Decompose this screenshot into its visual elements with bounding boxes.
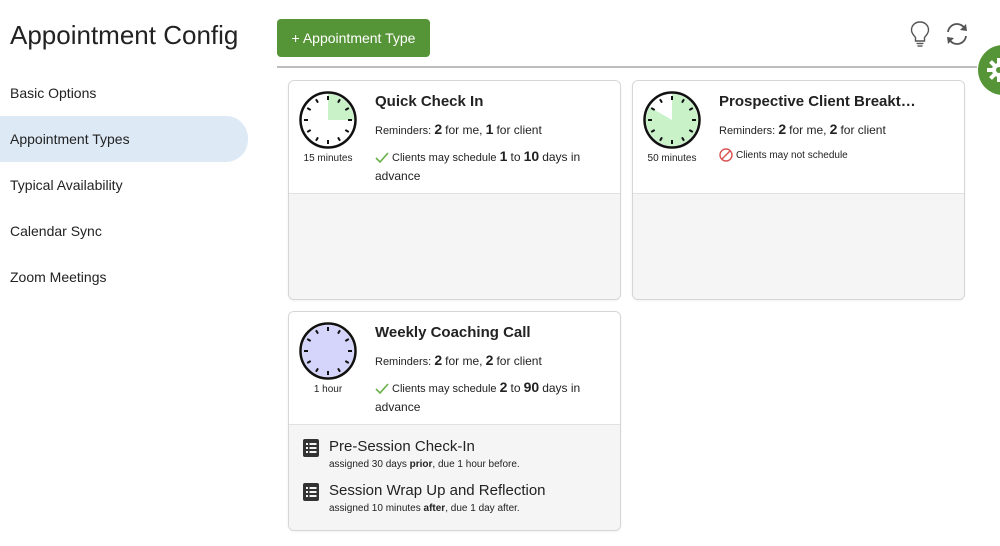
clock-tick	[315, 98, 319, 104]
clock-tick	[306, 129, 312, 133]
form-document-icon	[303, 483, 319, 501]
clock-duration-fill	[302, 325, 354, 377]
clock-tick	[315, 136, 319, 142]
form-description: assigned 10 minutes after, due 1 day aft…	[329, 503, 520, 514]
gear-icon	[987, 58, 1000, 82]
clock-tick	[306, 107, 312, 111]
card-forms-area	[289, 194, 620, 299]
duration-label: 15 minutes	[303, 153, 353, 164]
card-forms-area	[633, 194, 964, 299]
schedule-text: Clients may schedule 1 to 10 days in adv…	[375, 148, 581, 183]
reminders-text: Reminders: 2 for me, 2 for client	[719, 121, 886, 137]
sidebar-item-calendar-sync[interactable]: Calendar Sync	[0, 208, 250, 254]
clock-tick	[344, 129, 350, 133]
clock-icon	[299, 91, 357, 149]
appointment-type-card[interactable]: 1 hour Weekly Coaching Call Reminders: 2…	[288, 311, 621, 531]
sidebar-item-zoom-meetings[interactable]: Zoom Meetings	[0, 254, 250, 300]
form-description: assigned 30 days prior, due 1 hour befor…	[329, 459, 520, 470]
card-title[interactable]: Prospective Client Breakt…	[719, 93, 916, 110]
card-forms-area: Pre-Session Check-In assigned 30 days pr…	[289, 425, 620, 530]
reminders-text: Reminders: 2 for me, 1 for client	[375, 121, 542, 137]
page-title: Appointment Config	[10, 20, 239, 50]
appointment-type-card[interactable]: 50 minutes Prospective Client Breakt… Re…	[632, 80, 965, 300]
checkmark-icon	[375, 383, 389, 395]
schedule-text: Clients may not schedule	[719, 147, 949, 165]
clock-tick	[659, 98, 663, 104]
clock-icon	[299, 322, 357, 380]
sidebar: Basic Options Appointment Types Typical …	[0, 70, 250, 300]
clock-tick	[337, 136, 341, 142]
no-entry-icon	[719, 148, 733, 163]
sidebar-item-appointment-types[interactable]: Appointment Types	[0, 116, 248, 162]
clock-duration-fill	[328, 94, 354, 120]
form-title[interactable]: Pre-Session Check-In	[329, 438, 475, 455]
reminders-text: Reminders: 2 for me, 2 for client	[375, 352, 542, 368]
sidebar-item-typical-availability[interactable]: Typical Availability	[0, 162, 250, 208]
add-appointment-type-button[interactable]: + Appointment Type	[277, 19, 430, 57]
settings-fab[interactable]	[978, 45, 1000, 95]
card-title[interactable]: Quick Check In	[375, 93, 483, 110]
schedule-text: Clients may schedule 2 to 90 days in adv…	[375, 379, 581, 414]
refresh-icon[interactable]	[944, 21, 970, 47]
checkmark-icon	[375, 152, 389, 164]
lightbulb-icon[interactable]	[908, 20, 932, 48]
sidebar-item-basic-options[interactable]: Basic Options	[0, 70, 250, 116]
clock-duration-fill	[645, 94, 698, 146]
duration-label: 1 hour	[313, 384, 343, 395]
form-title[interactable]: Session Wrap Up and Reflection	[329, 482, 546, 499]
toolbar-divider	[277, 66, 977, 68]
card-title[interactable]: Weekly Coaching Call	[375, 324, 531, 341]
clock-icon	[643, 91, 701, 149]
appointment-type-card[interactable]: 15 minutes Quick Check In Reminders: 2 f…	[288, 80, 621, 300]
duration-label: 50 minutes	[647, 153, 697, 164]
form-document-icon	[303, 439, 319, 457]
